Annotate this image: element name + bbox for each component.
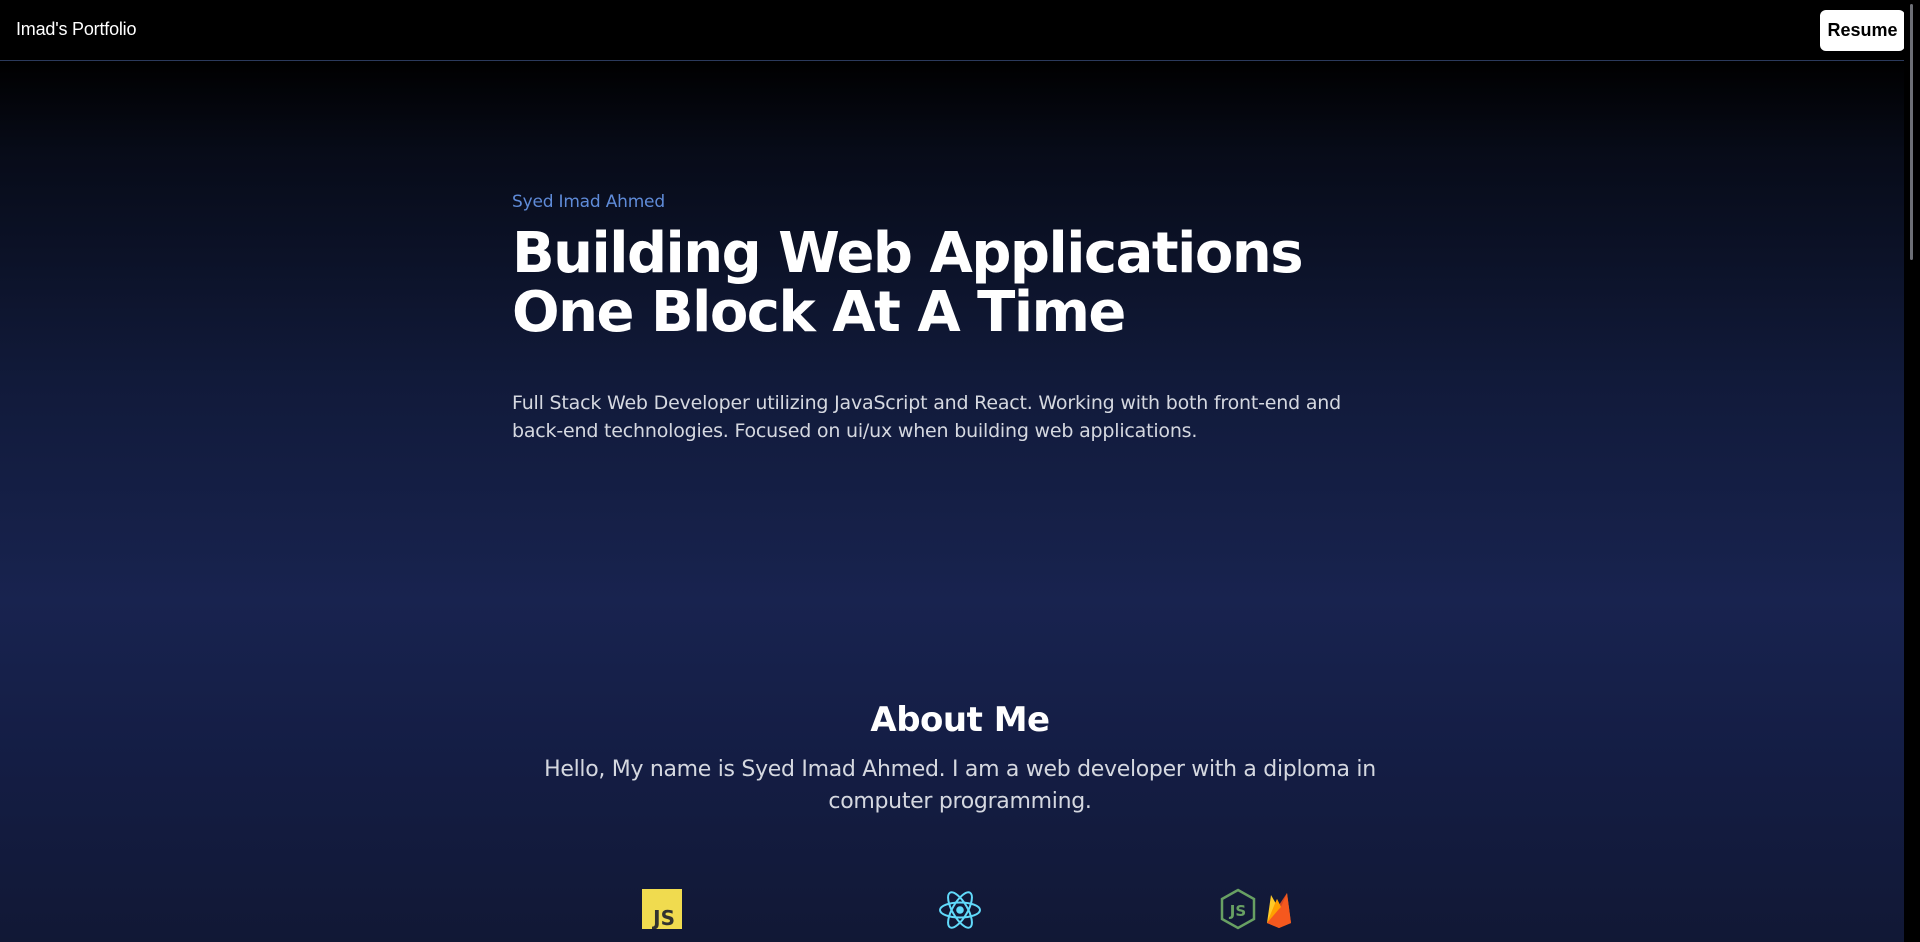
page-scrollbar[interactable] <box>1904 0 1920 942</box>
page: Imad's Portfolio Resume Syed Imad Ahmed … <box>0 0 1920 942</box>
hero-name: Syed Imad Ahmed <box>512 192 665 212</box>
react-icon <box>937 889 983 931</box>
nodejs-icon-label: JS <box>1229 902 1246 920</box>
resume-button[interactable]: Resume <box>1820 10 1905 51</box>
scrollbar-thumb[interactable] <box>1910 4 1913 260</box>
about-section: About Me Hello, My name is Syed Imad Ahm… <box>512 700 1408 818</box>
hero-description: Full Stack Web Developer utilizing JavaS… <box>512 392 1341 442</box>
about-text: Hello, My name is Syed Imad Ahmed. I am … <box>544 757 1376 814</box>
hero-title-line-1: Building Web Applications <box>512 221 1304 286</box>
javascript-icon-label: JS <box>651 906 675 929</box>
firebase-icon <box>1265 891 1293 929</box>
javascript-icon: JS <box>642 889 682 930</box>
nodejs-icon: JS <box>1220 888 1256 930</box>
brand-link[interactable]: Imad's Portfolio <box>16 19 136 40</box>
hero-title: Building Web Applications One Block At A… <box>512 224 1392 342</box>
hero-title-line-2: One Block At A Time <box>512 280 1126 345</box>
about-heading: About Me <box>870 700 1050 740</box>
hero-section: Syed Imad Ahmed Building Web Application… <box>512 192 1392 445</box>
navbar: Imad's Portfolio Resume <box>0 0 1905 61</box>
